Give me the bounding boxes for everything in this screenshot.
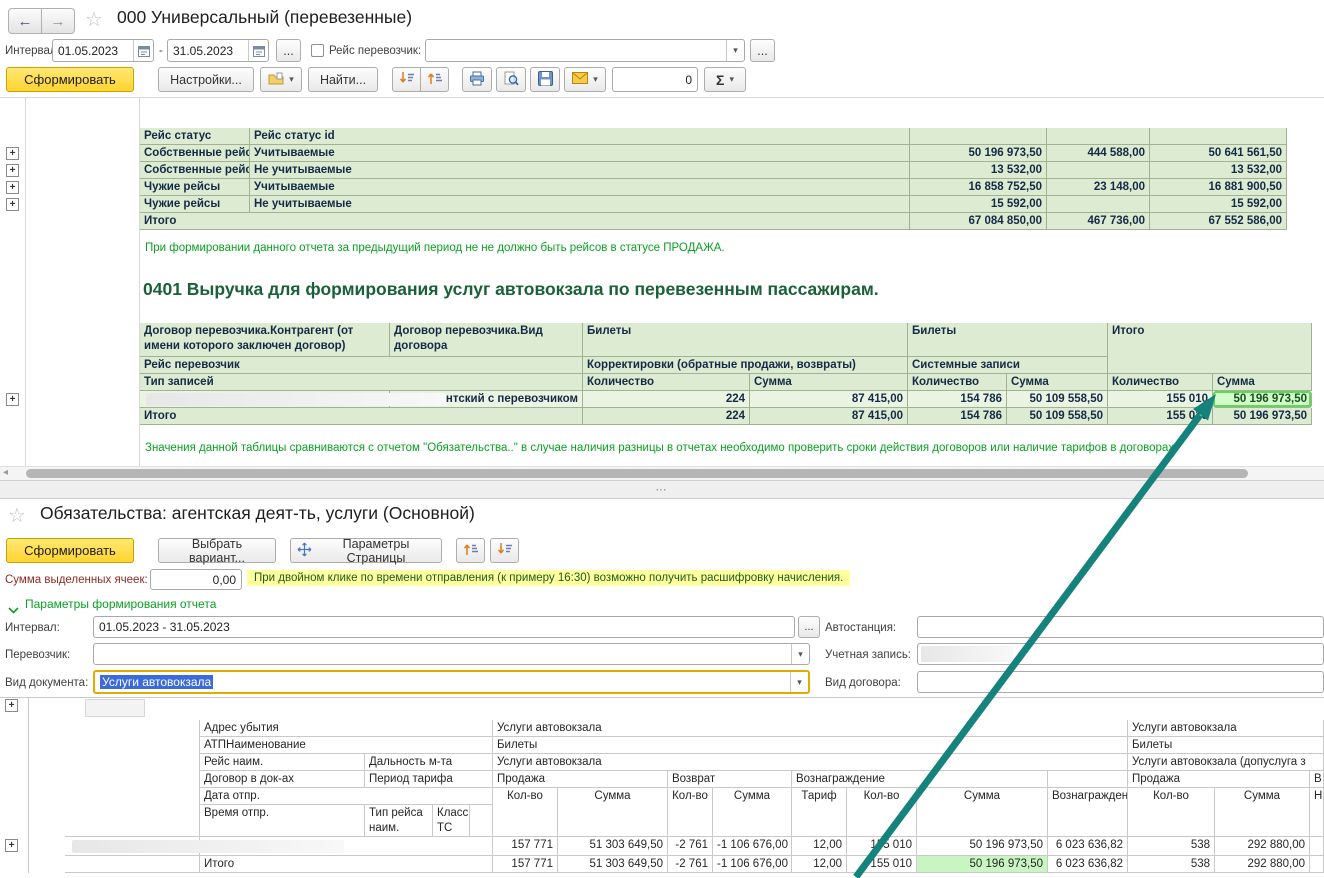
screen: { "icons":{"back":"←","forward":"→","sta… [0,0,1324,878]
expand-plus-icon[interactable]: + [6,198,19,211]
expand-icons-layer: + + + + + + + [0,0,1324,878]
expand-plus-icon[interactable]: + [5,839,18,852]
expand-plus-icon[interactable]: + [5,699,18,712]
expand-plus-icon[interactable]: + [6,181,19,194]
expand-plus-icon[interactable]: + [6,393,19,406]
expand-plus-icon[interactable]: + [6,164,19,177]
expand-plus-icon[interactable]: + [6,147,19,160]
